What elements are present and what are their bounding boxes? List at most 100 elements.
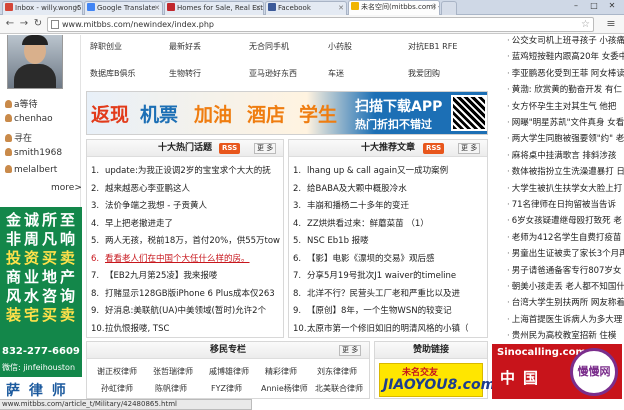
friend-item[interactable]: melalbert — [5, 165, 57, 175]
tab-mitbbs[interactable]: 未名空间(mitbbs.com) - ✕ — [348, 0, 440, 16]
nav-link[interactable]: 亚马逊好东西 — [249, 68, 297, 79]
ad-char: 至 — [59, 211, 76, 229]
cashback-banner[interactable]: 返现 机票 加油 酒店 学生 扫描下载APP 热门折扣不错过 — [86, 91, 488, 135]
list-item[interactable]: 5. 两人无孩，税前18万，首付20%，供55万tow — [91, 234, 280, 246]
nav-link[interactable]: 数据库B俱乐 — [90, 68, 136, 79]
news-link[interactable]: · 6岁女孩疑遭继母殴打致死 老 — [507, 214, 622, 226]
list-item[interactable]: 2. 越来越恶心李亚鹏这人 — [91, 182, 190, 194]
friend-item[interactable]: a等待 — [5, 97, 38, 110]
list-item[interactable]: 3. 丰崩和播杨二十多年的变迁 — [293, 199, 409, 211]
friend-item[interactable]: 寻在 — [5, 131, 32, 144]
news-link[interactable]: · 老师为412名学生自费打疫苗 — [507, 231, 621, 243]
list-item[interactable]: 6. 【影】电影《漂坝的交易》观后感 — [293, 252, 435, 264]
lawyer-link[interactable]: 谢正权律师 — [97, 366, 137, 377]
list-item[interactable]: 3. 法价争端之我想 - 子贡黄人 — [91, 199, 207, 211]
lawyer-link[interactable]: 陈帆律师 — [155, 383, 187, 394]
news-link[interactable]: · 公交女司机上班寻孩子 小孩痛 — [507, 35, 624, 46]
jiaoyou-ad[interactable]: 未名交友 JIAOYOU8.com — [379, 363, 495, 397]
close-tab-icon[interactable]: ✕ — [74, 2, 80, 14]
list-item[interactable]: 1. lhang up & call again又一成功案例 — [293, 164, 448, 176]
friend-item[interactable]: smith1968 — [5, 148, 62, 158]
list-item[interactable]: 6. 看看老人们在中国个大任什么样的房。 — [91, 252, 250, 264]
minimize-button[interactable]: – — [568, 0, 584, 12]
list-item[interactable]: 10.太原市第一个修旧如旧的明清风格的小镇（ — [293, 322, 469, 334]
list-item[interactable]: 9. 【原创】8年，一个生物WSN的较变记 — [293, 304, 452, 316]
new-tab-button[interactable] — [441, 1, 457, 15]
news-link[interactable]: · 两大学生同胞被强要领"约" 老 — [507, 132, 624, 144]
news-link[interactable]: · 李亚鹏恶化受到王菲 阿女棒读 — [507, 67, 624, 79]
nav-link[interactable]: 辞职创业 — [90, 41, 122, 52]
close-tab-icon[interactable]: ✕ — [431, 1, 437, 13]
lawyer-ad-text[interactable]: 萨 律 师 — [6, 380, 68, 399]
forward-arrow-icon[interactable]: → — [17, 17, 31, 31]
nav-link[interactable]: 我爱团购 — [408, 68, 440, 79]
nav-link[interactable]: 生物转行 — [169, 68, 201, 79]
user-avatar[interactable] — [7, 35, 63, 89]
more-button[interactable]: 更 多 — [458, 143, 481, 154]
maximize-button[interactable]: □ — [586, 0, 602, 12]
lawyer-link[interactable]: 精彩律师 — [265, 366, 297, 377]
news-link[interactable]: · 71名律师在日拘留被当告诉 — [507, 198, 616, 210]
friends-more-link[interactable]: more> — [51, 183, 82, 193]
list-item[interactable]: 4. 早上把老撤进走了 — [91, 217, 173, 229]
lawyer-link[interactable]: 张哲瑞律师 — [153, 366, 193, 377]
lawyer-link[interactable]: 孙虹律师 — [101, 383, 133, 394]
list-item[interactable]: 1. update:为我正设调2岁的宝宝求个大大的抚 — [91, 164, 271, 176]
tab-homes-for-sale[interactable]: Homes for Sale, Real Esta ✕ — [164, 1, 264, 15]
reload-icon[interactable]: ↻ — [31, 17, 45, 31]
list-item[interactable]: 5. NSC Eb1b 报喽 — [293, 234, 369, 246]
news-link[interactable]: · 贵州民为高校教室招新 住模 — [507, 329, 616, 341]
news-link[interactable]: · 黄渤: 欣赏黄的勤奋开发 有仁 — [507, 83, 622, 95]
more-button[interactable]: 更 多 — [339, 345, 362, 356]
list-item[interactable]: 10.拉仇恨报喽, TSC — [91, 322, 169, 334]
close-tab-icon[interactable]: ✕ — [255, 2, 261, 14]
lawyer-link[interactable]: 北美联合律师 — [315, 383, 363, 394]
news-link[interactable]: · 台湾大学生别扶两所 网友称着 — [507, 296, 624, 308]
lawyer-link[interactable]: Annie杨律师 — [261, 383, 308, 394]
more-button[interactable]: 更 多 — [254, 143, 277, 154]
nav-link[interactable]: 小药股 — [328, 41, 352, 52]
close-tab-icon[interactable]: ✕ — [338, 2, 344, 14]
tab-google-translate[interactable]: Google Translate ✕ — [84, 1, 163, 15]
address-bar[interactable]: www.mitbbs.com/newindex/index.php ☆ — [47, 17, 594, 32]
list-item[interactable]: 8. 北洋不行？民营头工厂老和严重比以及进 — [293, 287, 460, 299]
lawyer-link[interactable]: FYZ律师 — [211, 383, 242, 394]
list-item[interactable]: 7. 分享5月19号批次J1 waiver的timeline — [293, 269, 456, 281]
news-link[interactable]: · 男童出生证被卖了家长3个月再 — [507, 247, 624, 259]
rss-button[interactable]: RSS — [219, 143, 241, 154]
list-item[interactable]: 7. 【EB2九月第25凌】我来报喽 — [91, 269, 217, 281]
browser-toolbar: ← → ↻ www.mitbbs.com/newindex/index.php … — [0, 15, 624, 34]
tab-facebook[interactable]: Facebook ✕ — [265, 1, 347, 15]
nav-link[interactable]: 最新好丢 — [169, 41, 201, 52]
bookmark-star-icon[interactable]: ☆ — [581, 18, 590, 31]
tab-gmail[interactable]: Inbox - willy.wong519@gm ✕ — [2, 1, 83, 15]
nav-link[interactable]: 车迷 — [328, 68, 344, 79]
menu-icon[interactable]: ≡ — [604, 17, 618, 31]
news-link[interactable]: · 男子请爸通备客专行807岁女 — [507, 264, 621, 276]
url-text[interactable]: www.mitbbs.com/newindex/index.php — [62, 19, 214, 31]
list-item[interactable]: 2. 给BABA及大颗中概股冷水 — [293, 182, 407, 194]
news-link[interactable]: · 网曝"明星苏凯"文件真身 女看 — [507, 116, 624, 128]
news-link[interactable]: · 数体被指扮立生洗澡遭暴打 日 — [507, 165, 624, 177]
news-link[interactable]: · 朝美小孩走丢 老人都不知国什 — [507, 280, 624, 292]
list-item[interactable]: 9. 好消息:美联航(UA)中美领域(暂时)允许2个 — [91, 304, 266, 316]
news-link[interactable]: · 上海首提医生诉病人为多大理 — [507, 313, 622, 325]
news-link[interactable]: · 大学生被扒生扶学女大脸上打 — [507, 182, 622, 194]
real-estate-ad[interactable]: 金诚所至非周凡响投资买卖商业地产风水咨询装宅买卖 832-277-6609 微信… — [0, 207, 82, 377]
list-item[interactable]: 8. 打赌显示128GB版iPhone 6 Plus成本仅263 — [91, 287, 275, 299]
sinocalling-ad[interactable]: Sinocalling.com 中国 慢慢网 — [492, 344, 622, 399]
list-item[interactable]: 4. ZZ烘烘看过来：鲜蘑菜苗 （1） — [293, 217, 429, 229]
lawyer-link[interactable]: 戚博雄律师 — [209, 366, 249, 377]
rss-button[interactable]: RSS — [423, 143, 445, 154]
news-link[interactable]: · 女方怀孕生主对其生气 他把 — [507, 100, 616, 112]
news-link[interactable]: · 麻将桌中挂满歌言 排斜涉孩 — [507, 149, 616, 161]
back-arrow-icon[interactable]: ← — [3, 17, 17, 31]
friend-item[interactable]: chenhao — [5, 114, 53, 124]
lawyer-link[interactable]: 刘东律律师 — [317, 366, 357, 377]
nav-link[interactable]: 对抗EB1 RFE — [408, 41, 457, 52]
close-window-button[interactable]: ✕ — [604, 0, 620, 12]
news-link[interactable]: · 蓝鸡短按鞋内跟高20年 女委中 — [507, 50, 624, 62]
news-link-text: 老师为412名学生自费打疫苗 — [511, 232, 622, 243]
close-tab-icon[interactable]: ✕ — [154, 2, 160, 14]
nav-link[interactable]: 无合同手机 — [249, 41, 289, 52]
